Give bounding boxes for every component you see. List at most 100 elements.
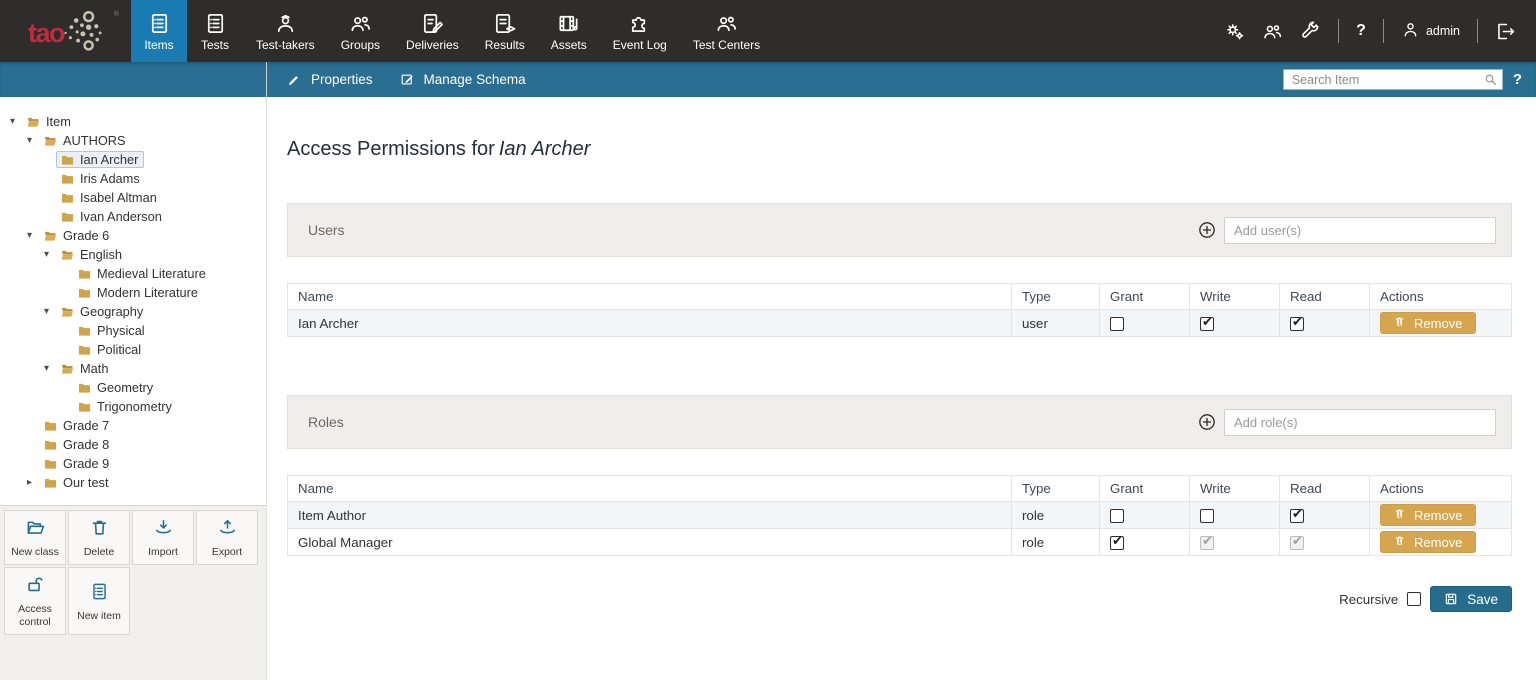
- tree-item-label: Grade 6: [63, 228, 109, 243]
- tree-node[interactable]: AUTHORS: [39, 132, 132, 149]
- tree-item-grade-9[interactable]: Grade 9: [8, 454, 260, 473]
- grant-checkbox-global-manager[interactable]: [1110, 536, 1124, 550]
- action-button-label: Delete: [84, 546, 114, 559]
- tree-node[interactable]: Geometry: [73, 379, 159, 396]
- expander-open-icon[interactable]: ▾: [44, 364, 56, 374]
- tree-item-geometry[interactable]: Geometry: [8, 378, 260, 397]
- tree-item-math[interactable]: ▾Math: [8, 359, 260, 378]
- expander-open-icon[interactable]: ▾: [27, 136, 39, 146]
- expander-open-icon[interactable]: ▾: [44, 307, 56, 317]
- tree-item-iris-adams[interactable]: Iris Adams: [8, 169, 260, 188]
- save-button[interactable]: Save: [1430, 586, 1512, 612]
- tree-node[interactable]: Grade 7: [39, 417, 115, 434]
- action-button-label: Export: [212, 546, 242, 559]
- tree-node[interactable]: Isabel Altman: [56, 189, 163, 206]
- cell-read: [1280, 502, 1370, 529]
- grant-checkbox-item-author[interactable]: [1110, 509, 1124, 523]
- tree-node[interactable]: Political: [73, 341, 147, 358]
- write-checkbox-item-author[interactable]: [1200, 509, 1214, 523]
- tree-node[interactable]: Trigonometry: [73, 398, 178, 415]
- tree-node[interactable]: Grade 9: [39, 455, 115, 472]
- tree-node[interactable]: Geography: [56, 303, 149, 320]
- search-input[interactable]: [1283, 69, 1503, 90]
- write-checkbox-ian-archer[interactable]: [1200, 317, 1214, 331]
- nav-tab-assets[interactable]: Assets: [538, 0, 600, 62]
- tree-item-our-test[interactable]: ▸Our test: [8, 473, 260, 492]
- plus-circle-icon[interactable]: [1197, 412, 1217, 432]
- add-users-input[interactable]: [1224, 217, 1496, 244]
- tree-item-grade-7[interactable]: Grade 7: [8, 416, 260, 435]
- tree-item-label: Ian Archer: [80, 152, 138, 167]
- access-control-button[interactable]: Access control: [4, 567, 66, 635]
- tree-node[interactable]: Item: [22, 113, 77, 130]
- expander-open-icon[interactable]: ▾: [27, 231, 39, 241]
- tree-node[interactable]: Iris Adams: [56, 170, 146, 187]
- grant-checkbox-ian-archer[interactable]: [1110, 317, 1124, 331]
- add-roles-input[interactable]: [1224, 409, 1496, 436]
- remove-button-ian-archer[interactable]: Remove: [1380, 312, 1476, 334]
- properties-button[interactable]: Properties: [287, 72, 373, 87]
- tree-item-item[interactable]: ▾Item: [8, 112, 260, 131]
- tree-node[interactable]: Math: [56, 360, 114, 377]
- remove-button-item-author[interactable]: Remove: [1380, 504, 1476, 526]
- tree-item-grade-8[interactable]: Grade 8: [8, 435, 260, 454]
- nav-tab-deliveries[interactable]: Deliveries: [393, 0, 472, 62]
- tree-item-authors[interactable]: ▾AUTHORS: [8, 131, 260, 150]
- tree-item-english[interactable]: ▾English: [8, 245, 260, 264]
- recursive-checkbox[interactable]: [1407, 592, 1421, 606]
- help-icon[interactable]: ?: [1356, 22, 1366, 40]
- tree-node[interactable]: Ivan Anderson: [56, 208, 168, 225]
- tree-node[interactable]: Our test: [39, 474, 115, 491]
- search-icon[interactable]: [1483, 72, 1498, 87]
- settings-gears-button[interactable]: [1224, 21, 1245, 42]
- toolbar-help-button[interactable]: ?: [1513, 71, 1522, 88]
- nav-tab-test-takers[interactable]: Test-takers: [243, 0, 328, 62]
- users-section-label: Users: [308, 222, 345, 238]
- tree-item-geography[interactable]: ▾Geography: [8, 302, 260, 321]
- tree-item-medieval-literature[interactable]: Medieval Literature: [8, 264, 260, 283]
- tree-node[interactable]: English: [56, 246, 128, 263]
- user-management-button[interactable]: [1262, 21, 1283, 42]
- tree-item-trigonometry[interactable]: Trigonometry: [8, 397, 260, 416]
- logout-button[interactable]: [1495, 21, 1516, 42]
- tree-item-grade-6[interactable]: ▾ Grade 6: [8, 226, 260, 245]
- admin-account-button[interactable]: admin: [1401, 20, 1460, 42]
- tree-item-modern-literature[interactable]: Modern Literature: [8, 283, 260, 302]
- expander-closed-icon[interactable]: ▸: [27, 478, 39, 488]
- tree-node[interactable]: Grade 8: [39, 436, 115, 453]
- read-checkbox-item-author[interactable]: [1290, 509, 1304, 523]
- tree-node[interactable]: Medieval Literature: [73, 265, 212, 282]
- new-class-button[interactable]: New class: [4, 510, 66, 565]
- tree-node[interactable]: Physical: [73, 322, 151, 339]
- read-checkbox-ian-archer[interactable]: [1290, 317, 1304, 331]
- expander-open-icon[interactable]: ▾: [44, 250, 56, 260]
- search-box: [1283, 69, 1503, 90]
- nav-tab-items[interactable]: Items: [131, 0, 187, 62]
- tree-item-ian-archer[interactable]: Ian Archer: [8, 150, 260, 169]
- nav-tab-tests[interactable]: Tests: [187, 0, 243, 62]
- nav-tab-results[interactable]: Results: [472, 0, 538, 62]
- tao-logo[interactable]: tao ®: [0, 0, 131, 62]
- import-button[interactable]: Import: [132, 510, 194, 565]
- tree-item-isabel-altman[interactable]: Isabel Altman: [8, 188, 260, 207]
- plus-circle-icon[interactable]: [1197, 220, 1217, 240]
- remove-button-global-manager[interactable]: Remove: [1380, 531, 1476, 553]
- tree-node[interactable]: Modern Literature: [73, 284, 204, 301]
- new-item-button[interactable]: New item: [68, 567, 130, 635]
- export-button[interactable]: Export: [196, 510, 258, 565]
- tree-item-ivan-anderson[interactable]: Ivan Anderson: [8, 207, 260, 226]
- tree-item-label: Political: [97, 342, 141, 357]
- delete-button[interactable]: Delete: [68, 510, 130, 565]
- tree-node[interactable]: Grade 6: [39, 227, 115, 244]
- nav-tab-event-log[interactable]: Event Log: [600, 0, 680, 62]
- tree-item-physical[interactable]: Physical: [8, 321, 260, 340]
- roles-section-header: Roles: [287, 395, 1512, 449]
- wrench-button[interactable]: [1300, 21, 1321, 42]
- expander-open-icon[interactable]: ▾: [10, 117, 22, 127]
- tree-node[interactable]: Ian Archer: [56, 151, 144, 168]
- folder-closed-icon: [59, 153, 76, 167]
- nav-tab-test-centers[interactable]: Test Centers: [680, 0, 773, 62]
- manage-schema-button[interactable]: Manage Schema: [400, 72, 526, 87]
- nav-tab-groups[interactable]: Groups: [328, 0, 393, 62]
- tree-item-political[interactable]: Political: [8, 340, 260, 359]
